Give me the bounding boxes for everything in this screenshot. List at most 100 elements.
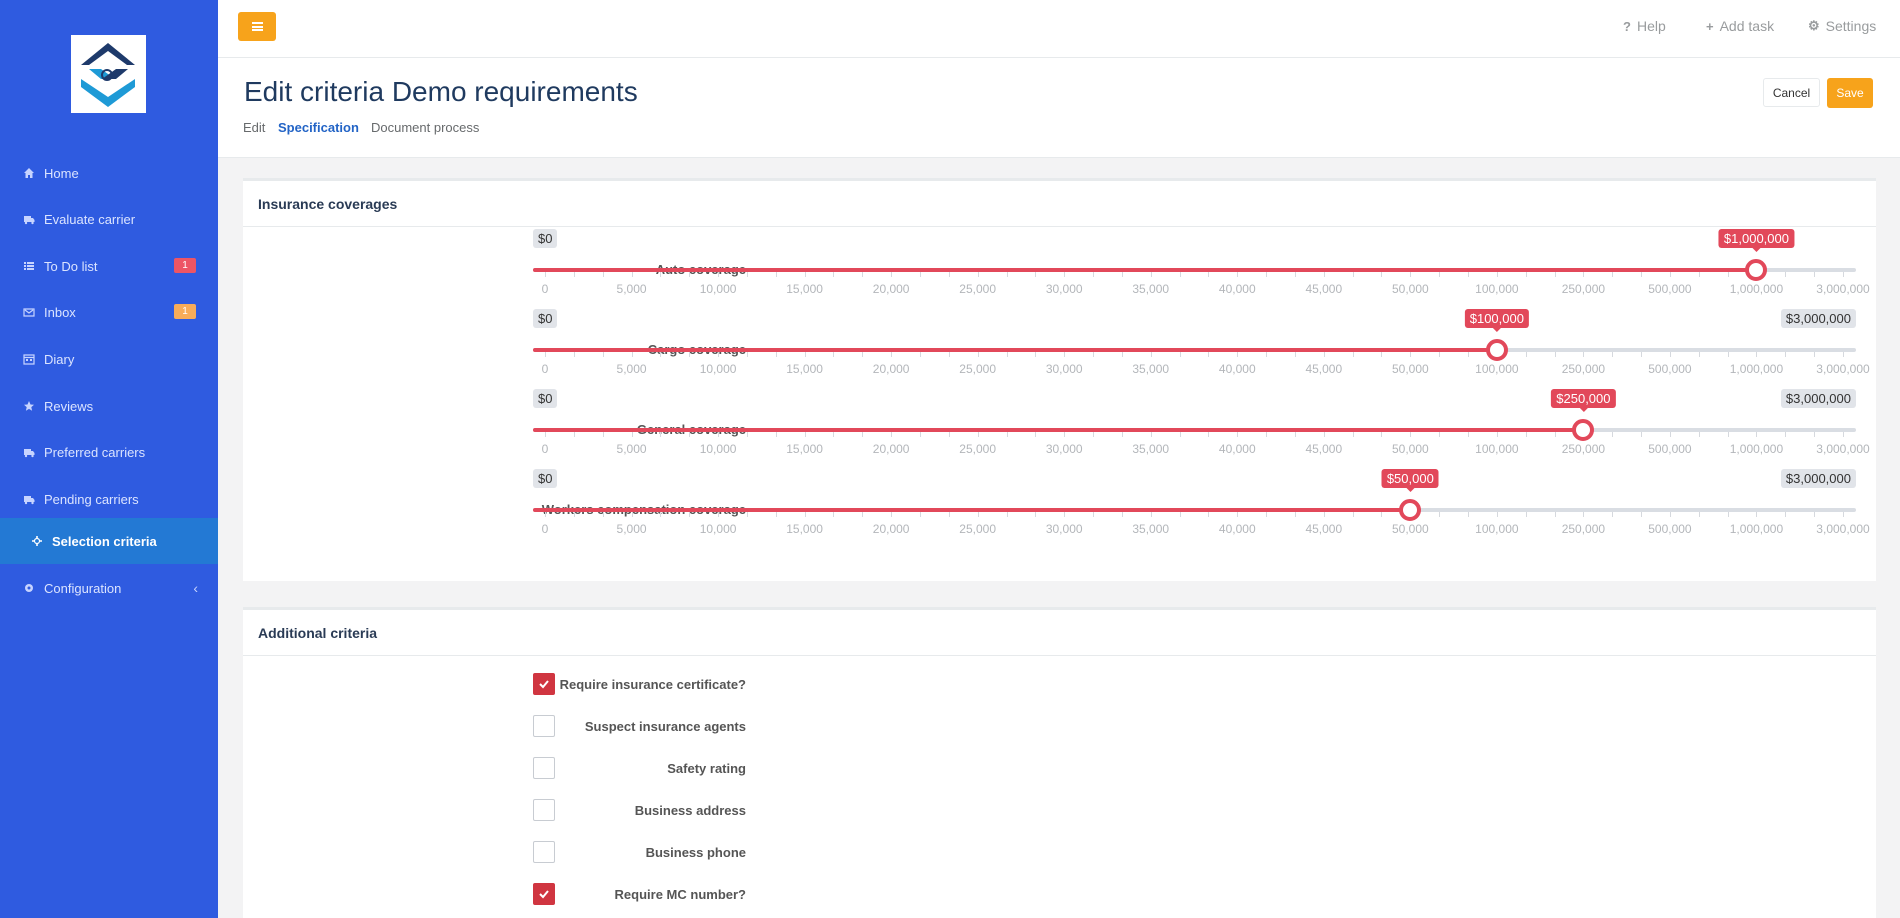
- scale-label: 45,000: [1305, 522, 1343, 536]
- sidebar-item-pending-carriers[interactable]: Pending carriers: [0, 476, 218, 522]
- slider-handle[interactable]: [1399, 499, 1422, 521]
- sidebar-item-preferred-carriers[interactable]: Preferred carriers: [0, 429, 218, 475]
- slider-tick: [1525, 432, 1527, 437]
- coverage-slider-row: Workers compensation coverage05,00010,00…: [243, 469, 1876, 555]
- truck-icon: [22, 445, 36, 459]
- hamburger-icon: [251, 22, 263, 31]
- slider-handle[interactable]: [1572, 419, 1595, 441]
- insurance-coverages-panel: Insurance coverages Auto coverage05,0001…: [243, 178, 1876, 581]
- criteria-checkbox[interactable]: [533, 757, 555, 779]
- slider-tick: [660, 272, 662, 277]
- sidebar-item-inbox[interactable]: Inbox 1: [0, 289, 218, 335]
- slider-track[interactable]: 0 5,000 10,000 15,000 20,000 25,000 30,000 35,0…: [533, 469, 1870, 536]
- slider-tick: [631, 352, 633, 357]
- slider-track[interactable]: 0 5,000 10,000 15,000 20,000 25,000 30,000 35,0…: [533, 389, 1870, 456]
- tab-edit[interactable]: Edit: [243, 120, 265, 135]
- criteria-checkbox[interactable]: [533, 715, 555, 737]
- page-title: Edit criteria Demo requirements: [244, 76, 638, 107]
- slider-tick: [833, 352, 835, 357]
- calendar-icon: [22, 352, 36, 366]
- sidebar-item-home[interactable]: Home: [0, 150, 218, 196]
- slider-value-tooltip: $100,000: [1464, 309, 1529, 332]
- scale-label: 25,000: [959, 362, 997, 376]
- criteria-checkbox[interactable]: [533, 883, 555, 905]
- slider-tick: [948, 432, 950, 437]
- scale-label: 50,000: [1391, 362, 1429, 376]
- slider-tick: [1121, 512, 1123, 517]
- slider-tick: [718, 352, 720, 357]
- slider-tick: [1006, 432, 1008, 437]
- slider-tick: [977, 432, 979, 437]
- slider-tick: [545, 432, 546, 437]
- slider-tick: [573, 512, 575, 517]
- add-task-label: Add task: [1719, 18, 1775, 34]
- list-icon: [22, 259, 36, 273]
- cancel-button[interactable]: Cancel: [1763, 78, 1820, 107]
- slider-tick: [948, 272, 950, 277]
- slider-tick: [1669, 352, 1671, 357]
- slider-tick: [1468, 432, 1470, 437]
- slider-tick: [573, 432, 575, 437]
- slider-tick: [804, 352, 806, 357]
- add-task-link[interactable]: + Add task: [1706, 18, 1774, 34]
- slider-tick: [1698, 352, 1700, 357]
- slider-tick: [660, 352, 662, 357]
- slider-tick: [1323, 512, 1325, 517]
- scale-label: 15,000: [786, 282, 823, 296]
- scale-label: 20,000: [872, 362, 910, 376]
- sidebar-item-configuration[interactable]: Configuration ‹: [0, 565, 218, 611]
- sidebar-item-diary[interactable]: Diary: [0, 336, 218, 382]
- sidebar-item-label: Pending carriers: [44, 491, 139, 507]
- tab-document-process[interactable]: Document process: [371, 120, 479, 135]
- slider-tick: [545, 512, 546, 517]
- slider-tick: [573, 352, 575, 357]
- slider-track[interactable]: 0 5,000 10,000 15,000 20,000 25,000 30,000 35,0…: [533, 309, 1870, 376]
- criteria-checkbox[interactable]: [533, 799, 555, 821]
- slider-tick: [1525, 272, 1527, 277]
- slider-tick: [1814, 272, 1816, 277]
- scale-label: 5,000: [616, 282, 647, 296]
- slider-tick: [718, 512, 720, 517]
- settings-link[interactable]: ⚙ Settings: [1808, 18, 1876, 34]
- sidebar-item-evaluate-carrier[interactable]: Evaluate carrier: [0, 196, 218, 242]
- scale-label: 10,000: [699, 442, 737, 456]
- home-icon: [22, 166, 36, 180]
- scale-label: 20,000: [872, 522, 910, 536]
- slider-tick: [1006, 272, 1008, 277]
- slider-track[interactable]: 0 5,000 10,000 15,000 20,000 25,000 30,000 35,0…: [533, 229, 1870, 296]
- sidebar-item-label: Diary: [44, 351, 75, 367]
- slider-handle[interactable]: [1485, 339, 1508, 361]
- gear-icon: ⚙: [1808, 18, 1820, 33]
- slider-handle[interactable]: [1745, 259, 1768, 281]
- crosshair-icon: [30, 534, 44, 548]
- scale-label: 500,000: [1648, 442, 1692, 456]
- chevron-left-icon: ‹: [193, 580, 198, 596]
- sidebar-item-reviews[interactable]: Reviews: [0, 383, 218, 429]
- criteria-checkbox[interactable]: [533, 841, 555, 863]
- sidebar-item-label: Home: [44, 165, 79, 181]
- coverage-slider-row: General coverage05,00010,00015,00020,000…: [243, 389, 1876, 475]
- scale-label: 3,000,000: [1816, 442, 1870, 456]
- slider-tick: [1843, 352, 1844, 357]
- tab-specification[interactable]: Specification: [278, 120, 359, 135]
- coverage-slider-row: Auto coverage05,00010,00015,00020,00025,…: [243, 229, 1876, 315]
- logo[interactable]: [71, 35, 146, 113]
- scale-label: 45,000: [1305, 362, 1343, 376]
- help-link[interactable]: ? Help: [1623, 18, 1666, 34]
- scale-label: 10,000: [699, 362, 737, 376]
- slider-tick: [1179, 432, 1181, 437]
- sidebar-item-selection-criteria[interactable]: Selection criteria: [0, 518, 218, 564]
- scale-label: 45,000: [1305, 282, 1343, 296]
- slider-tick: [1468, 272, 1470, 277]
- criteria-row: Business address: [243, 792, 1876, 830]
- criteria-row: Business phone: [243, 834, 1876, 872]
- scale-label: 250,000: [1561, 362, 1606, 376]
- menu-toggle-button[interactable]: [238, 12, 276, 41]
- slider-tick: [1496, 272, 1498, 277]
- scale-label: 1,000,000: [1729, 522, 1784, 536]
- scale-label: 500,000: [1648, 282, 1692, 296]
- sidebar-item-to-do-list[interactable]: To Do list 1: [0, 243, 218, 289]
- criteria-checkbox[interactable]: [533, 673, 555, 695]
- scale-label: 5,000: [616, 442, 647, 456]
- save-button[interactable]: Save: [1827, 78, 1873, 108]
